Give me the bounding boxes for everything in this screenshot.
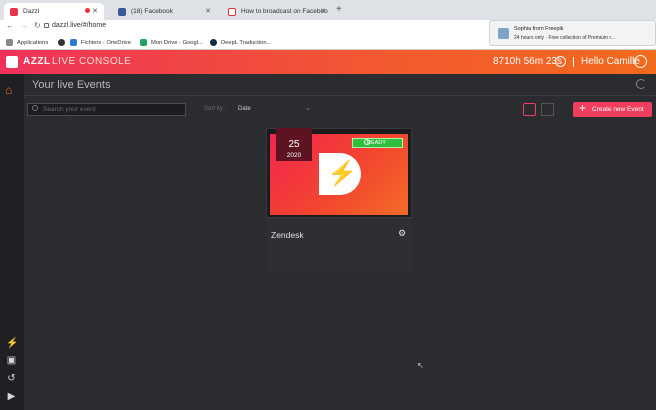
home-icon[interactable]: ⌂ <box>5 83 12 97</box>
tab-dazzl[interactable]: Dazzl ✕ <box>4 3 104 20</box>
tab-broadcast-help[interactable]: How to broadcast on Faceboo ✕ <box>222 3 332 20</box>
close-icon[interactable]: ✕ <box>205 7 211 15</box>
recording-icon <box>85 8 90 13</box>
tab-label: (18) Facebook <box>131 8 173 15</box>
page-header <box>24 74 656 96</box>
notification-app-icon <box>498 28 509 39</box>
back-icon[interactable]: ← <box>6 21 14 30</box>
dazzl-favicon-icon <box>10 7 18 16</box>
chevron-down-icon[interactable]: ⌄ <box>305 104 311 112</box>
clock-icon <box>555 56 566 67</box>
drive-icon <box>140 39 147 46</box>
bookmark-applications[interactable]: Applications <box>6 39 48 46</box>
plus-icon: + <box>579 101 587 115</box>
cloud-icon <box>70 39 77 46</box>
notification-body: 24 hours only · Free collection of Premi… <box>514 35 615 41</box>
user-avatar-icon[interactable] <box>634 55 647 68</box>
page-title: Your live Events <box>32 79 111 91</box>
github-icon <box>58 39 65 46</box>
status-badge: READY <box>352 138 403 148</box>
facebook-favicon-icon <box>118 7 126 16</box>
sort-select[interactable]: Date <box>238 106 251 112</box>
new-tab-button[interactable]: + <box>336 4 342 15</box>
bookmark-deepl[interactable]: DeepL Traduction... <box>210 39 271 46</box>
dazzl-app-icon[interactable]: ▶ <box>6 391 17 402</box>
refresh-icon[interactable] <box>636 79 646 89</box>
chat-icon[interactable]: ▣ <box>6 355 17 366</box>
bookmark-github[interactable] <box>58 39 69 46</box>
event-name[interactable]: Zendesk <box>271 230 304 240</box>
event-day: 25 <box>288 139 300 150</box>
search-input[interactable]: Search your event <box>27 103 186 116</box>
dazzl-logo-icon[interactable] <box>6 56 18 68</box>
url-field[interactable]: dazzl.live/#/home <box>52 22 106 29</box>
bookmark-onedrive[interactable]: Fichiers - OneDrive <box>70 39 131 46</box>
list-view-button[interactable] <box>541 103 554 116</box>
tab-label: How to broadcast on Faceboo <box>241 8 328 15</box>
bookmark-label: DeepL Traduction... <box>221 39 272 46</box>
history-icon[interactable]: ↺ <box>6 373 17 384</box>
bookmark-drive[interactable]: Mon Drive - Googl... <box>140 39 203 46</box>
deepl-icon <box>210 39 217 46</box>
sort-label: Sort by : <box>204 106 227 112</box>
article-favicon-icon <box>228 7 236 16</box>
ready-icon <box>364 139 370 145</box>
lightning-icon: ⚡ <box>327 160 357 187</box>
notification-popup[interactable]: Sophia from Freepik 24 hours only · Free… <box>489 20 656 46</box>
header-divider <box>573 57 574 67</box>
close-icon[interactable]: ✕ <box>320 7 326 15</box>
forward-icon[interactable]: → <box>20 21 28 30</box>
search-icon <box>32 105 38 111</box>
lock-icon <box>44 23 49 28</box>
gear-icon[interactable]: ⚙ <box>398 228 406 239</box>
bookmark-label: Applications <box>17 39 49 46</box>
user-greeting[interactable]: Hello Camille <box>581 56 640 67</box>
brand-name: AZZL <box>23 56 51 67</box>
event-year: 2020 <box>286 152 302 159</box>
tab-facebook[interactable]: (18) Facebook ✕ <box>112 3 217 20</box>
remaining-time: 8710h 56m 23s <box>493 56 562 67</box>
notification-title: Sophia from Freepik <box>514 26 564 32</box>
tab-label: Dazzl <box>23 8 40 15</box>
bookmark-label: Fichiers - OneDrive <box>81 39 131 46</box>
close-icon[interactable]: ✕ <box>92 7 98 15</box>
apps-grid-icon <box>6 39 13 46</box>
brand-subtitle: LIVE CONSOLE <box>52 56 132 67</box>
grid-view-button[interactable] <box>523 103 536 116</box>
lightning-icon[interactable]: ⚡ <box>6 338 18 349</box>
reload-icon[interactable]: ↻ <box>34 21 41 30</box>
mouse-cursor-icon: ↖ <box>417 361 424 370</box>
bookmark-label: Mon Drive - Googl... <box>151 39 203 46</box>
